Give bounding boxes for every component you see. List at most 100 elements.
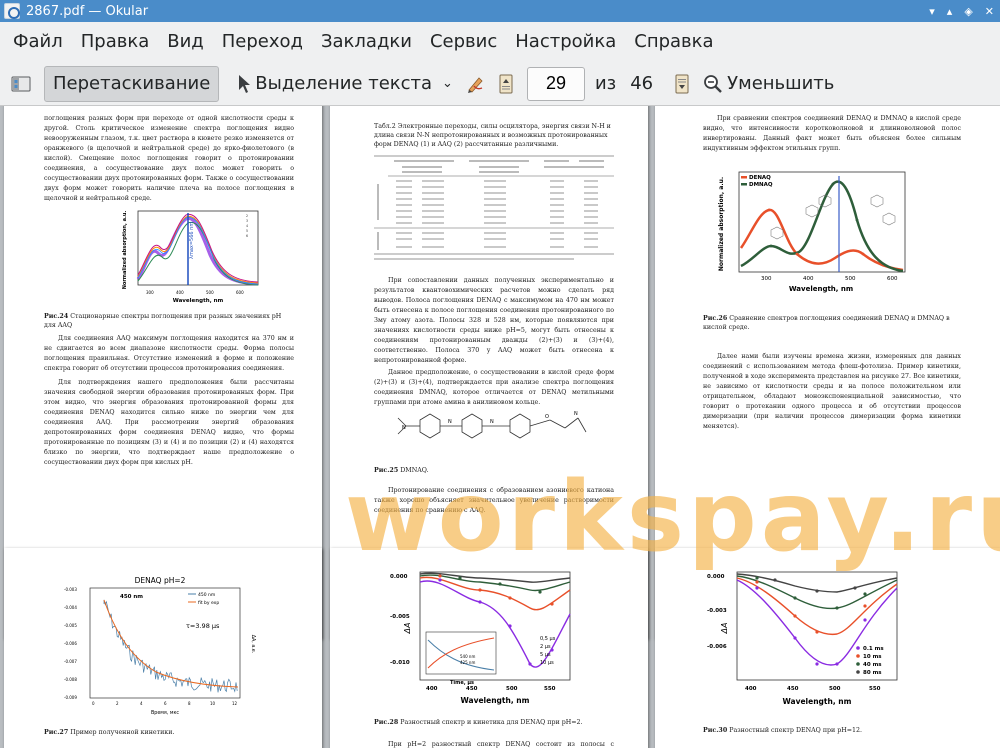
svg-text:500: 500 <box>206 290 214 295</box>
chart-y-label: ΔA, a.e. <box>250 635 256 654</box>
title-bar: 2867.pdf — Okular ▾ ▴ ◈ ✕ <box>0 0 1000 22</box>
page-of-label: из <box>594 73 617 94</box>
text-select-button[interactable]: Выделение текста ⌄ <box>229 66 461 102</box>
dmnaq-structure: N N N O N <box>397 411 587 439</box>
svg-text:400: 400 <box>176 290 184 295</box>
chart-wavelength: 450 nm <box>120 594 143 600</box>
svg-text:O: O <box>545 414 549 420</box>
figure-caption: Рис.28 Разностный спектр и кинетика для … <box>374 718 614 727</box>
x-tick: 550 <box>869 686 881 692</box>
browse-mode-label: Перетаскивание <box>53 73 211 94</box>
svg-text:2: 2 <box>246 214 248 218</box>
y-tick: -0.005 <box>390 614 410 620</box>
x-tick: 550 <box>544 686 556 692</box>
svg-text:500: 500 <box>845 276 856 282</box>
page-paragraph: При сопоставлении данных полученных эксп… <box>374 277 614 364</box>
figure-caption: Рис.26 Сравнение спектров поглощения сое… <box>703 314 961 332</box>
zoom-out-icon <box>704 74 722 93</box>
figure-caption-text: Разностный спектр и кинетика для DENAQ п… <box>400 719 583 726</box>
legend-item: 40 ms <box>863 662 882 668</box>
x-tick: 10 <box>210 701 216 706</box>
text-select-label: Выделение текста <box>255 73 433 94</box>
previous-page-icon[interactable] <box>491 69 521 99</box>
y-tick: -0.007 <box>64 659 77 664</box>
figure-caption: Рис.24 Стационарные спектры поглощения п… <box>44 312 294 330</box>
svg-text:3: 3 <box>246 219 248 223</box>
menu-file[interactable]: Файл <box>4 22 72 62</box>
menu-view[interactable]: Вид <box>158 22 213 62</box>
menu-go[interactable]: Переход <box>213 22 312 62</box>
menu-edit[interactable]: Правка <box>72 22 159 62</box>
legend-item: 10 ms <box>863 654 882 660</box>
y-tick: -0.003 <box>64 587 77 592</box>
zoom-out-button[interactable]: Уменьшить <box>701 66 842 102</box>
svg-text:6: 6 <box>246 234 248 238</box>
x-tick: 4 <box>140 701 143 706</box>
figure-number: Рис.24 <box>44 313 69 320</box>
menu-help[interactable]: Справка <box>625 22 722 62</box>
x-tick: 0 <box>92 701 95 706</box>
legend-item: 5 µs <box>540 652 551 658</box>
sidebar-toggle-icon[interactable] <box>6 69 36 99</box>
chart-y-label: ΔA <box>720 623 729 635</box>
page-number-input[interactable] <box>526 66 585 101</box>
x-tick: 400 <box>745 686 757 692</box>
legend-item: 2 µs <box>540 644 551 650</box>
ph12-spectrum-chart: 0.1 ms 10 ms 40 ms 80 ms 0.000 -0.003 -0… <box>707 571 898 706</box>
next-page-icon[interactable] <box>667 69 697 99</box>
figure-caption: Рис.25 DMNAQ. <box>374 466 614 475</box>
y-tick: -0.003 <box>707 608 727 614</box>
svg-text:300: 300 <box>146 290 154 295</box>
chart-x-label: Wavelength, nm <box>461 696 530 705</box>
menu-bookmarks[interactable]: Закладки <box>312 22 421 62</box>
x-tick: 8 <box>188 701 191 706</box>
y-tick: 0.000 <box>707 574 725 580</box>
chart-x-label: Время, мкс <box>151 710 179 716</box>
svg-text:300: 300 <box>761 276 772 282</box>
menu-tools[interactable]: Сервис <box>421 22 506 62</box>
chart-annotation: λmax=566 nm <box>189 222 195 259</box>
minimize-icon[interactable]: ▾ <box>929 5 935 18</box>
page-paragraph: поглощения разных форм при переходе от о… <box>44 115 294 202</box>
results-table <box>374 155 614 260</box>
page-total-label: 46 <box>630 73 654 94</box>
page-paragraph: При сравнении спектров соединений DENAQ … <box>703 115 961 152</box>
annotate-pen-icon[interactable] <box>461 69 491 99</box>
figure-caption-text: DMNAQ. <box>400 467 429 474</box>
x-tick: 450 <box>787 686 799 692</box>
figure-caption-text: Пример полученной кинетики. <box>70 729 175 736</box>
page-paragraph: Далее нами были изучены времена жизни, и… <box>703 353 961 430</box>
legend-450nm: 450 nm <box>198 592 215 598</box>
page-paragraph: Для подтверждения нашего предположения б… <box>44 379 294 466</box>
svg-text:4: 4 <box>246 224 248 228</box>
figure-caption-text: Стационарные спектры поглощения при разн… <box>44 313 282 329</box>
menu-settings[interactable]: Настройка <box>506 22 625 62</box>
close-icon[interactable]: ✕ <box>985 5 994 18</box>
chart-y-label: Normalized absorption, a.u. <box>122 211 128 290</box>
browse-mode-button[interactable]: Перетаскивание <box>44 65 220 102</box>
figure-caption: Рис.27 Пример полученной кинетики. <box>44 728 294 737</box>
chart-x-label: Wavelength, nm <box>789 285 853 293</box>
denaq-dmnaq-chart: DENAQ DMNAQ 300 400 500 600 Wavelength, nm … <box>718 171 906 293</box>
x-tick: 500 <box>829 686 841 692</box>
difference-spectrum-chart: Time, µs 540 nm 425 nm 0,5 µs 2 µs 5 µs … <box>390 571 571 705</box>
legend-item: 0,5 µs <box>540 636 556 642</box>
document-viewport[interactable]: поглощения разных форм при переходе от о… <box>0 106 1000 748</box>
legend-dmnaq: DMNAQ <box>749 182 773 188</box>
svg-text:600: 600 <box>236 290 244 295</box>
x-tick: 2 <box>116 701 119 706</box>
table-caption: Табл.2 Электронные переходы, силы осциля… <box>374 123 611 148</box>
x-tick: 500 <box>506 686 518 692</box>
main-toolbar: Перетаскивание Выделение текста ⌄ из 46 … <box>0 62 1000 106</box>
svg-text:N: N <box>490 419 494 425</box>
svg-text:600: 600 <box>887 276 898 282</box>
restore-icon[interactable]: ▴ <box>947 5 953 18</box>
svg-text:5: 5 <box>246 229 248 233</box>
figure-number: Рис.30 <box>703 727 728 734</box>
x-tick: 12 <box>232 701 238 706</box>
cursor-icon <box>239 74 251 93</box>
zoom-out-label: Уменьшить <box>727 73 835 94</box>
chevron-down-icon[interactable]: ⌄ <box>442 76 453 91</box>
maximize-icon[interactable]: ◈ <box>964 5 972 18</box>
page-paragraph: Для соединения AAQ максимум поглощения н… <box>44 335 294 372</box>
